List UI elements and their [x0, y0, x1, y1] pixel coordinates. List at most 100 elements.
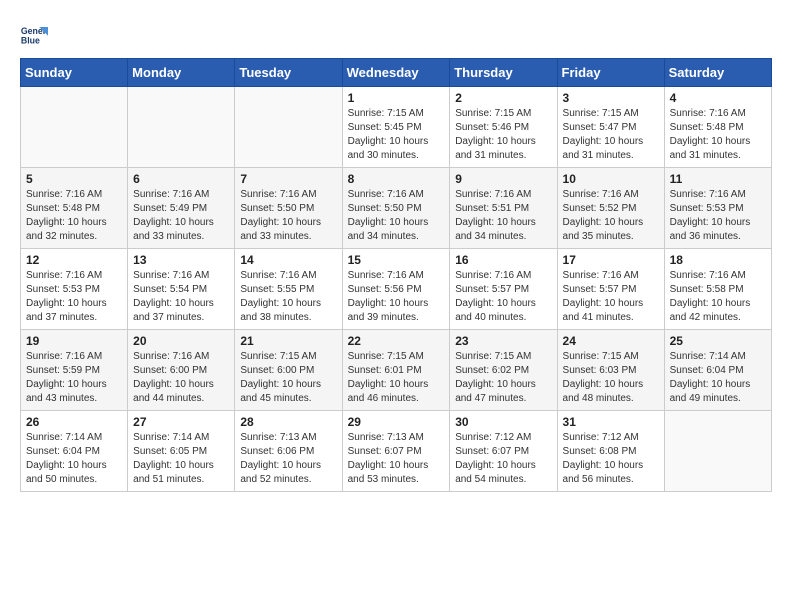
- calendar-cell: 11Sunrise: 7:16 AM Sunset: 5:53 PM Dayli…: [664, 168, 771, 249]
- calendar-cell: [128, 87, 235, 168]
- day-number: 30: [455, 415, 551, 429]
- week-row-1: 1Sunrise: 7:15 AM Sunset: 5:45 PM Daylig…: [21, 87, 772, 168]
- day-number: 23: [455, 334, 551, 348]
- day-info: Sunrise: 7:15 AM Sunset: 6:00 PM Dayligh…: [240, 350, 336, 406]
- calendar-cell: 22 Sunrise: 7:15 AM Sunset: 6:01 PM Dayli…: [342, 330, 450, 411]
- weekday-header-monday: Monday: [128, 59, 235, 87]
- calendar-cell: 9 Sunrise: 7:16 AM Sunset: 5:51 PM Daylig…: [450, 168, 557, 249]
- calendar-cell: 4 Sunrise: 7:16 AM Sunset: 5:48 PM Daylig…: [664, 87, 771, 168]
- calendar-cell: 6 Sunrise: 7:16 AM Sunset: 5:49 PM Daylig…: [128, 168, 235, 249]
- day-number: 18: [670, 253, 766, 267]
- day-info: Sunrise: 7:16 AM Sunset: 5:48 PM Dayligh…: [26, 188, 122, 244]
- day-number: 31: [563, 415, 659, 429]
- day-info: Sunrise: 7:15 AM Sunset: 6:01 PM Dayligh…: [348, 350, 445, 406]
- weekday-header-wednesday: Wednesday: [342, 59, 450, 87]
- calendar-cell: [235, 87, 342, 168]
- logo: General Blue: [20, 20, 52, 48]
- calendar-cell: 12Sunrise: 7:16 AM Sunset: 5:53 PM Dayli…: [21, 249, 128, 330]
- calendar-cell: 30 Sunrise: 7:12 AM Sunset: 6:07 PM Dayli…: [450, 411, 557, 492]
- logo-icon: General Blue: [20, 20, 48, 48]
- calendar-cell: 28Sunrise: 7:13 AM Sunset: 6:06 PM Dayli…: [235, 411, 342, 492]
- calendar-cell: 15 Sunrise: 7:16 AM Sunset: 5:56 PM Dayli…: [342, 249, 450, 330]
- weekday-header-friday: Friday: [557, 59, 664, 87]
- day-info: Sunrise: 7:14 AM Sunset: 6:04 PM Dayligh…: [26, 431, 122, 487]
- calendar-cell: 20 Sunrise: 7:16 AM Sunset: 6:00 PM Dayli…: [128, 330, 235, 411]
- calendar-cell: 26 Sunrise: 7:14 AM Sunset: 6:04 PM Dayli…: [21, 411, 128, 492]
- day-info: Sunrise: 7:16 AM Sunset: 5:49 PM Dayligh…: [133, 188, 229, 244]
- svg-text:Blue: Blue: [21, 36, 40, 46]
- calendar-cell: [21, 87, 128, 168]
- day-info: Sunrise: 7:16 AM Sunset: 5:52 PM Dayligh…: [563, 188, 659, 244]
- calendar: SundayMondayTuesdayWednesdayThursdayFrid…: [20, 58, 772, 492]
- day-info: Sunrise: 7:16 AM Sunset: 5:51 PM Dayligh…: [455, 188, 551, 244]
- calendar-cell: 3 Sunrise: 7:15 AM Sunset: 5:47 PM Daylig…: [557, 87, 664, 168]
- day-number: 24: [563, 334, 659, 348]
- week-row-2: 5 Sunrise: 7:16 AM Sunset: 5:48 PM Daylig…: [21, 168, 772, 249]
- day-number: 5: [26, 172, 122, 186]
- weekday-header-thursday: Thursday: [450, 59, 557, 87]
- calendar-cell: 5 Sunrise: 7:16 AM Sunset: 5:48 PM Daylig…: [21, 168, 128, 249]
- calendar-cell: 27 Sunrise: 7:14 AM Sunset: 6:05 PM Dayli…: [128, 411, 235, 492]
- day-info: Sunrise: 7:15 AM Sunset: 5:47 PM Dayligh…: [563, 107, 659, 163]
- day-number: 2: [455, 91, 551, 105]
- day-info: Sunrise: 7:16 AM Sunset: 5:50 PM Dayligh…: [240, 188, 336, 244]
- calendar-cell: 8 Sunrise: 7:16 AM Sunset: 5:50 PM Daylig…: [342, 168, 450, 249]
- day-number: 21: [240, 334, 336, 348]
- calendar-cell: 13Sunrise: 7:16 AM Sunset: 5:54 PM Dayli…: [128, 249, 235, 330]
- week-row-3: 12Sunrise: 7:16 AM Sunset: 5:53 PM Dayli…: [21, 249, 772, 330]
- week-row-4: 19Sunrise: 7:16 AM Sunset: 5:59 PM Dayli…: [21, 330, 772, 411]
- weekday-header-sunday: Sunday: [21, 59, 128, 87]
- day-number: 4: [670, 91, 766, 105]
- calendar-cell: 23 Sunrise: 7:15 AM Sunset: 6:02 PM Dayli…: [450, 330, 557, 411]
- weekday-header-tuesday: Tuesday: [235, 59, 342, 87]
- calendar-cell: 24 Sunrise: 7:15 AM Sunset: 6:03 PM Dayli…: [557, 330, 664, 411]
- day-number: 12: [26, 253, 122, 267]
- day-number: 27: [133, 415, 229, 429]
- day-number: 17: [563, 253, 659, 267]
- day-number: 8: [348, 172, 445, 186]
- day-info: Sunrise: 7:15 AM Sunset: 5:45 PM Dayligh…: [348, 107, 445, 163]
- day-number: 9: [455, 172, 551, 186]
- day-info: Sunrise: 7:15 AM Sunset: 5:46 PM Dayligh…: [455, 107, 551, 163]
- calendar-cell: 7 Sunrise: 7:16 AM Sunset: 5:50 PM Daylig…: [235, 168, 342, 249]
- calendar-cell: 21 Sunrise: 7:15 AM Sunset: 6:00 PM Dayli…: [235, 330, 342, 411]
- day-number: 26: [26, 415, 122, 429]
- day-info: Sunrise: 7:12 AM Sunset: 6:07 PM Dayligh…: [455, 431, 551, 487]
- day-number: 29: [348, 415, 445, 429]
- weekday-header-row: SundayMondayTuesdayWednesdayThursdayFrid…: [21, 59, 772, 87]
- day-info: Sunrise: 7:16 AM Sunset: 5:50 PM Dayligh…: [348, 188, 445, 244]
- day-info: Sunrise: 7:12 AM Sunset: 6:08 PM Dayligh…: [563, 431, 659, 487]
- day-number: 7: [240, 172, 336, 186]
- calendar-cell: 1Sunrise: 7:15 AM Sunset: 5:45 PM Daylig…: [342, 87, 450, 168]
- calendar-cell: 31 Sunrise: 7:12 AM Sunset: 6:08 PM Dayli…: [557, 411, 664, 492]
- calendar-cell: 10 Sunrise: 7:16 AM Sunset: 5:52 PM Dayli…: [557, 168, 664, 249]
- day-info: Sunrise: 7:15 AM Sunset: 6:02 PM Dayligh…: [455, 350, 551, 406]
- week-row-5: 26 Sunrise: 7:14 AM Sunset: 6:04 PM Dayli…: [21, 411, 772, 492]
- calendar-cell: 17 Sunrise: 7:16 AM Sunset: 5:57 PM Dayli…: [557, 249, 664, 330]
- day-number: 10: [563, 172, 659, 186]
- day-info: Sunrise: 7:14 AM Sunset: 6:05 PM Dayligh…: [133, 431, 229, 487]
- calendar-cell: 18Sunrise: 7:16 AM Sunset: 5:58 PM Dayli…: [664, 249, 771, 330]
- calendar-cell: [664, 411, 771, 492]
- calendar-cell: 16 Sunrise: 7:16 AM Sunset: 5:57 PM Dayli…: [450, 249, 557, 330]
- day-number: 22: [348, 334, 445, 348]
- day-info: Sunrise: 7:16 AM Sunset: 6:00 PM Dayligh…: [133, 350, 229, 406]
- page-header: General Blue: [20, 20, 772, 48]
- day-info: Sunrise: 7:14 AM Sunset: 6:04 PM Dayligh…: [670, 350, 766, 406]
- day-info: Sunrise: 7:16 AM Sunset: 5:56 PM Dayligh…: [348, 269, 445, 325]
- calendar-cell: 14Sunrise: 7:16 AM Sunset: 5:55 PM Dayli…: [235, 249, 342, 330]
- day-number: 6: [133, 172, 229, 186]
- day-info: Sunrise: 7:16 AM Sunset: 5:54 PM Dayligh…: [133, 269, 229, 325]
- day-info: Sunrise: 7:13 AM Sunset: 6:06 PM Dayligh…: [240, 431, 336, 487]
- calendar-cell: 19Sunrise: 7:16 AM Sunset: 5:59 PM Dayli…: [21, 330, 128, 411]
- day-number: 3: [563, 91, 659, 105]
- day-number: 15: [348, 253, 445, 267]
- day-info: Sunrise: 7:15 AM Sunset: 6:03 PM Dayligh…: [563, 350, 659, 406]
- day-info: Sunrise: 7:16 AM Sunset: 5:59 PM Dayligh…: [26, 350, 122, 406]
- day-info: Sunrise: 7:16 AM Sunset: 5:57 PM Dayligh…: [563, 269, 659, 325]
- day-info: Sunrise: 7:16 AM Sunset: 5:57 PM Dayligh…: [455, 269, 551, 325]
- day-info: Sunrise: 7:16 AM Sunset: 5:48 PM Dayligh…: [670, 107, 766, 163]
- day-number: 16: [455, 253, 551, 267]
- day-info: Sunrise: 7:16 AM Sunset: 5:53 PM Dayligh…: [670, 188, 766, 244]
- day-number: 20: [133, 334, 229, 348]
